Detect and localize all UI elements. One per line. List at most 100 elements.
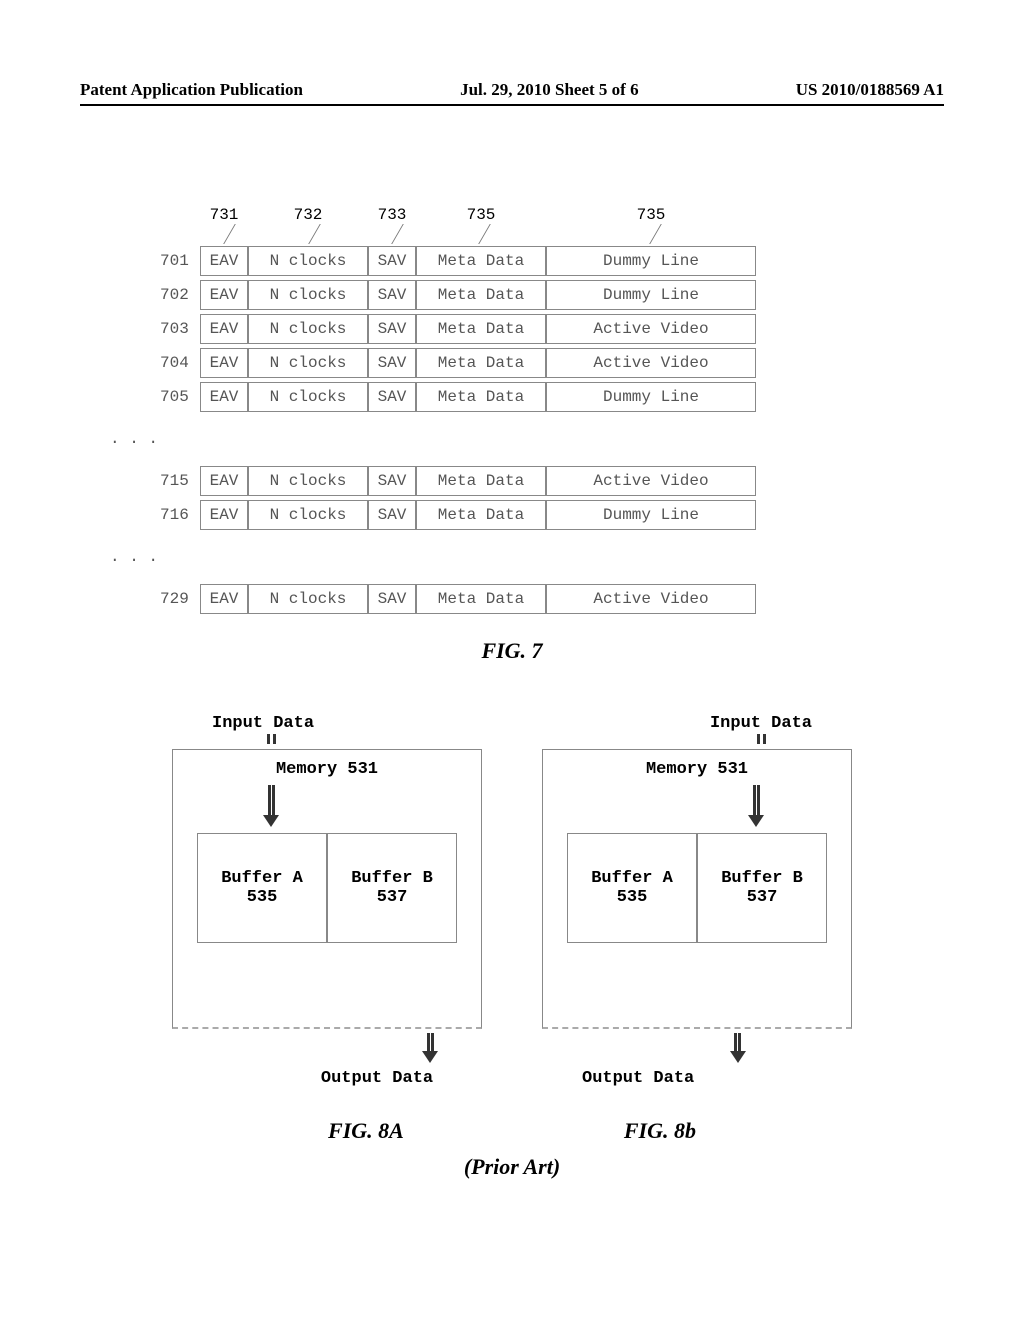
figure-8-container: Input Data Memory 531 Buffer A 535 Buffe… bbox=[80, 714, 944, 1088]
figure-8b-panel: Input Data Memory 531 Buffer A 535 Buffe… bbox=[542, 714, 852, 1088]
output-data-label: Output Data bbox=[272, 1069, 482, 1088]
column-header-row: 731 732 733 735 735 bbox=[200, 206, 756, 224]
buffer-b-line1: Buffer B bbox=[351, 869, 433, 888]
table-row: 729 EAV N clocks SAV Meta Data Active Vi… bbox=[160, 584, 924, 614]
output-data-label: Output Data bbox=[582, 1069, 852, 1088]
cell-sav: SAV bbox=[368, 348, 416, 378]
row-num: 704 bbox=[160, 354, 200, 372]
table-row: 703 EAV N clocks SAV Meta Data Active Vi… bbox=[160, 314, 924, 344]
buffer-a-box: Buffer A 535 bbox=[567, 833, 697, 943]
memory-label: Memory 531 bbox=[173, 760, 481, 779]
col-label-733: 733 bbox=[378, 206, 407, 224]
figure-7: 731 732 733 735 735 701 EA bbox=[160, 246, 924, 614]
cell-metadata: Meta Data bbox=[416, 246, 546, 276]
cell-nclocks: N clocks bbox=[248, 348, 368, 378]
buffer-b-line2: 537 bbox=[377, 888, 408, 907]
col-label-735b: 735 bbox=[637, 206, 666, 224]
figure-7-caption: FIG. 7 bbox=[80, 638, 944, 664]
cell-sav: SAV bbox=[368, 466, 416, 496]
memory-label: Memory 531 bbox=[543, 760, 851, 779]
buffer-b-box: Buffer B 537 bbox=[327, 833, 457, 943]
cell-nclocks: N clocks bbox=[248, 246, 368, 276]
arrow-down-icon bbox=[427, 1033, 437, 1063]
table-row: 716 EAV N clocks SAV Meta Data Dummy Lin… bbox=[160, 500, 924, 530]
cell-nclocks: N clocks bbox=[248, 382, 368, 412]
col-label-735a: 735 bbox=[467, 206, 496, 224]
row-num: 702 bbox=[160, 286, 200, 304]
buffer-b-box: Buffer B 537 bbox=[697, 833, 827, 943]
figure-8-captions: FIG. 8A FIG. 8b bbox=[80, 1118, 944, 1144]
cell-sav: SAV bbox=[368, 280, 416, 310]
buffer-a-line1: Buffer A bbox=[221, 869, 303, 888]
cell-content: Active Video bbox=[546, 348, 756, 378]
cell-eav: EAV bbox=[200, 280, 248, 310]
buffer-a-box: Buffer A 535 bbox=[197, 833, 327, 943]
table-row: 701 EAV N clocks SAV Meta Data Dummy Lin… bbox=[160, 246, 924, 276]
cell-nclocks: N clocks bbox=[248, 466, 368, 496]
row-num: 716 bbox=[160, 506, 200, 524]
cell-metadata: Meta Data bbox=[416, 314, 546, 344]
arrow-down-icon bbox=[753, 785, 763, 827]
buffers-row: Buffer A 535 Buffer B 537 bbox=[543, 833, 851, 943]
buffer-a-line2: 535 bbox=[617, 888, 648, 907]
header-left: Patent Application Publication bbox=[80, 80, 303, 100]
buffer-a-line1: Buffer A bbox=[591, 869, 673, 888]
cell-sav: SAV bbox=[368, 246, 416, 276]
cell-eav: EAV bbox=[200, 466, 248, 496]
cell-sav: SAV bbox=[368, 314, 416, 344]
figure-8b-caption: FIG. 8b bbox=[624, 1118, 696, 1144]
buffer-b-line2: 537 bbox=[747, 888, 778, 907]
col-label-732: 732 bbox=[294, 206, 323, 224]
cell-content: Dummy Line bbox=[546, 280, 756, 310]
row-num: 715 bbox=[160, 472, 200, 490]
cell-nclocks: N clocks bbox=[248, 584, 368, 614]
cell-metadata: Meta Data bbox=[416, 382, 546, 412]
arrow-down-icon bbox=[268, 785, 278, 827]
row-num: 705 bbox=[160, 388, 200, 406]
cell-content: Dummy Line bbox=[546, 246, 756, 276]
table-row: 704 EAV N clocks SAV Meta Data Active Vi… bbox=[160, 348, 924, 378]
arrow-down-icon bbox=[735, 1033, 745, 1063]
table-row: 702 EAV N clocks SAV Meta Data Dummy Lin… bbox=[160, 280, 924, 310]
cell-nclocks: N clocks bbox=[248, 280, 368, 310]
cell-metadata: Meta Data bbox=[416, 348, 546, 378]
cell-content: Active Video bbox=[546, 466, 756, 496]
table-row: 705 EAV N clocks SAV Meta Data Dummy Lin… bbox=[160, 382, 924, 412]
cell-eav: EAV bbox=[200, 348, 248, 378]
figure-8a-caption: FIG. 8A bbox=[328, 1118, 404, 1144]
header-right: US 2010/0188569 A1 bbox=[796, 80, 944, 100]
memory-box: Memory 531 Buffer A 535 Buffer B 537 bbox=[172, 749, 482, 1029]
cell-content: Active Video bbox=[546, 584, 756, 614]
page-header: Patent Application Publication Jul. 29, … bbox=[80, 80, 944, 106]
cell-metadata: Meta Data bbox=[416, 280, 546, 310]
fig7-rows-block2: 715 EAV N clocks SAV Meta Data Active Vi… bbox=[160, 466, 924, 530]
cell-eav: EAV bbox=[200, 314, 248, 344]
cell-eav: EAV bbox=[200, 382, 248, 412]
prior-art-label: (Prior Art) bbox=[80, 1154, 944, 1180]
fig7-rows-block3: 729 EAV N clocks SAV Meta Data Active Vi… bbox=[160, 584, 924, 614]
header-center: Jul. 29, 2010 Sheet 5 of 6 bbox=[460, 80, 639, 100]
cell-metadata: Meta Data bbox=[416, 466, 546, 496]
cell-metadata: Meta Data bbox=[416, 584, 546, 614]
cell-content: Active Video bbox=[546, 314, 756, 344]
cell-eav: EAV bbox=[200, 500, 248, 530]
row-num: 703 bbox=[160, 320, 200, 338]
cell-sav: SAV bbox=[368, 500, 416, 530]
row-num: 701 bbox=[160, 252, 200, 270]
memory-box: Memory 531 Buffer A 535 Buffer B 537 bbox=[542, 749, 852, 1029]
cell-content: Dummy Line bbox=[546, 500, 756, 530]
cell-eav: EAV bbox=[200, 246, 248, 276]
ellipsis: . . . bbox=[110, 430, 924, 448]
cell-content: Dummy Line bbox=[546, 382, 756, 412]
table-row: 715 EAV N clocks SAV Meta Data Active Vi… bbox=[160, 466, 924, 496]
buffer-a-line2: 535 bbox=[247, 888, 278, 907]
buffers-row: Buffer A 535 Buffer B 537 bbox=[173, 833, 481, 943]
cell-nclocks: N clocks bbox=[248, 314, 368, 344]
cell-metadata: Meta Data bbox=[416, 500, 546, 530]
buffer-b-line1: Buffer B bbox=[721, 869, 803, 888]
cell-sav: SAV bbox=[368, 584, 416, 614]
col-label-731: 731 bbox=[210, 206, 239, 224]
figure-8a-panel: Input Data Memory 531 Buffer A 535 Buffe… bbox=[172, 714, 482, 1088]
cell-nclocks: N clocks bbox=[248, 500, 368, 530]
input-data-label: Input Data bbox=[542, 714, 852, 733]
